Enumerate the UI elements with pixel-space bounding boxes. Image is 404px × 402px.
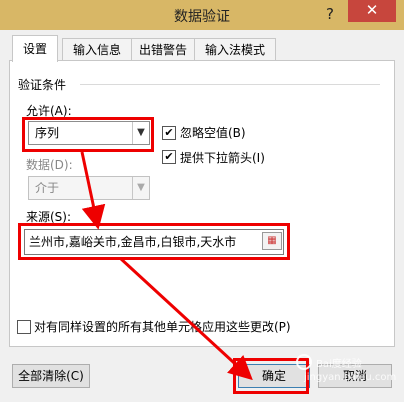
watermark-line2: jingyan.baidu.com — [304, 372, 397, 383]
help-button[interactable]: ? — [318, 4, 342, 24]
close-button[interactable]: ✕ — [348, 0, 396, 22]
data-select[interactable]: 介于 ▼ — [28, 176, 150, 200]
tab-settings[interactable]: 设置 — [12, 35, 58, 62]
watermark-logo-icon — [296, 354, 312, 370]
data-select-value: 介于 — [35, 181, 60, 195]
chevron-down-icon[interactable]: ▼ — [132, 177, 149, 199]
tab-error-alert[interactable]: 出错警告 — [131, 38, 195, 61]
data-label: 数据(D): — [26, 158, 73, 172]
allow-select-value: 序列 — [35, 126, 60, 140]
tab-input-message[interactable]: 输入信息 — [62, 38, 132, 61]
title-bar: 数据验证 ? ✕ — [0, 0, 404, 30]
ignore-blank-checkbox[interactable]: ✔ — [162, 126, 176, 140]
dropdown-arrow-label: 提供下拉箭头(I) — [180, 151, 265, 165]
dropdown-arrow-checkbox[interactable]: ✔ — [162, 150, 176, 164]
chevron-down-icon[interactable]: ▼ — [132, 122, 149, 144]
watermark-line1: Bai度经验 — [316, 359, 362, 370]
source-input[interactable]: 兰州市,嘉峪关市,金昌市,白银市,天水市 — [24, 229, 284, 255]
allow-label: 允许(A): — [26, 104, 72, 118]
apply-all-checkbox[interactable] — [17, 320, 31, 334]
clear-all-button[interactable]: 全部清除(C) — [12, 364, 90, 388]
allow-select[interactable]: 序列 ▼ — [28, 121, 150, 145]
range-select-icon[interactable]: ▦ — [262, 232, 282, 250]
tab-ime-mode[interactable]: 输入法模式 — [194, 38, 276, 61]
dialog-title: 数据验证 — [174, 9, 230, 25]
group-title: 验证条件 — [18, 78, 67, 92]
group-divider — [80, 84, 380, 85]
ignore-blank-label: 忽略空值(B) — [180, 126, 246, 140]
source-label: 来源(S): — [26, 210, 72, 224]
apply-all-label: 对有同样设置的所有其他单元格应用这些更改(P) — [34, 320, 291, 334]
